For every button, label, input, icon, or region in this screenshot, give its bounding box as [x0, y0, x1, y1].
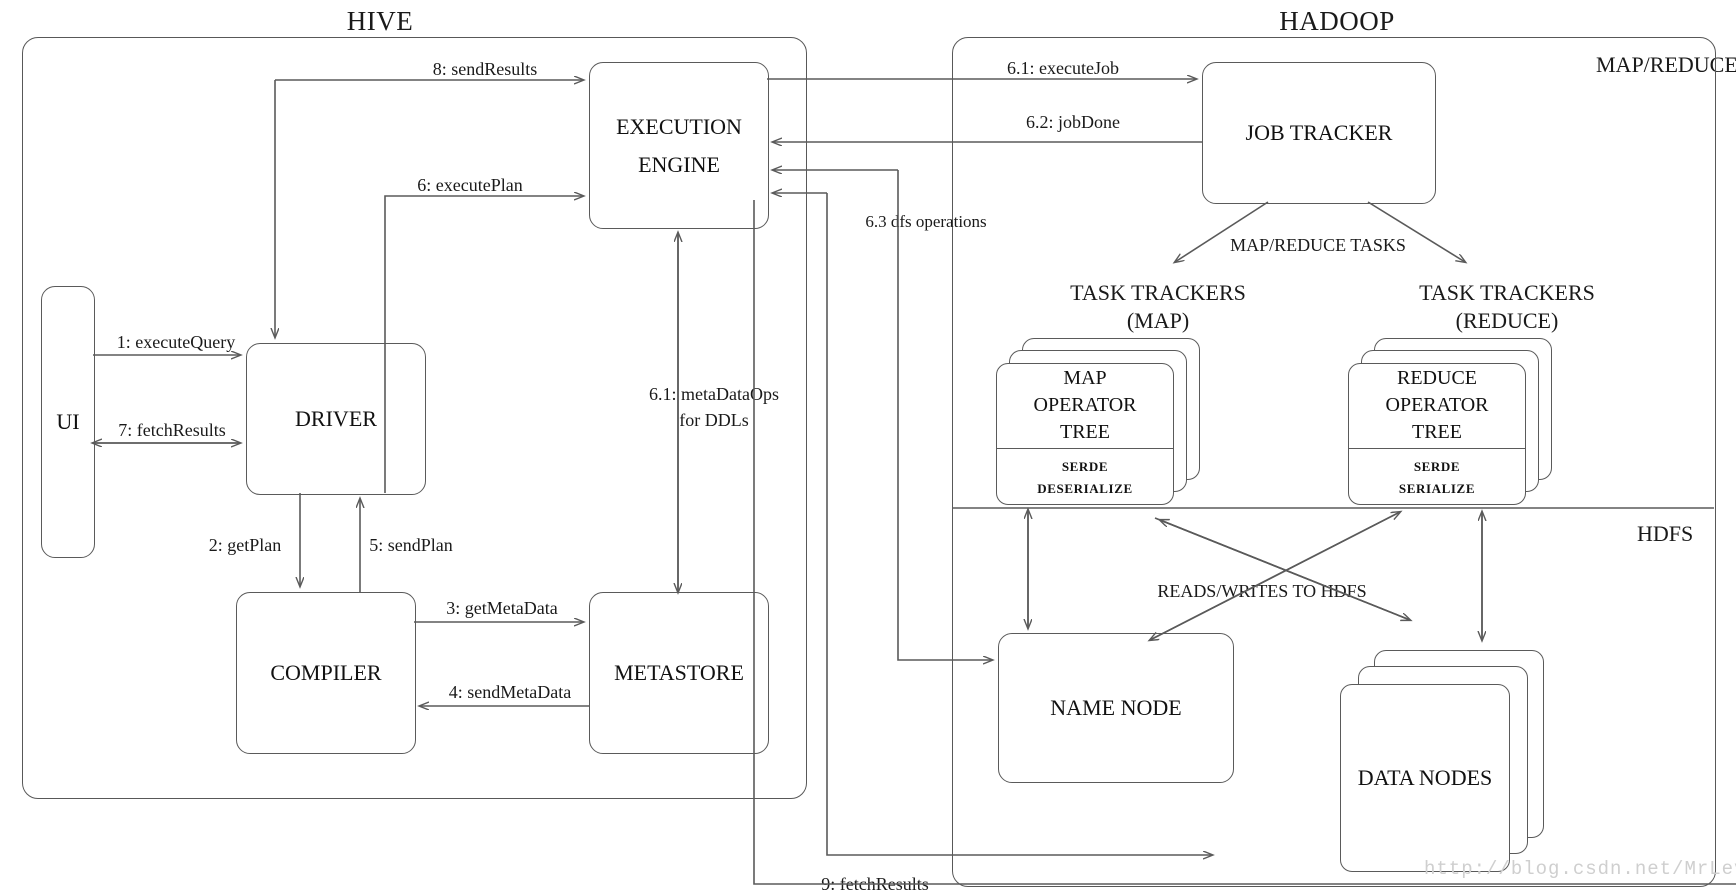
reduce-serde-label: SERDE — [1413, 459, 1461, 474]
map-operator-tree-label-2: OPERATOR — [1033, 394, 1137, 417]
map-operator-tree-label-3: TREE — [1060, 421, 1110, 444]
map-serde-label: SERDE — [1061, 459, 1109, 474]
flow-label-1-executequery: 1: executeQuery — [116, 332, 236, 352]
watermark: http://blog.csdn.net/MrLevo520 — [1424, 858, 1736, 880]
hive-section-title: HIVE — [346, 6, 414, 36]
flow-label-7-fetchresults: 7: fetchResults — [118, 420, 226, 440]
hive-architecture-diagram: HIVE HADOOP MAP/REDUCE HDFS UI DRIVER CO… — [0, 0, 1736, 894]
node-job-tracker[interactable]: JOB TRACKER — [1202, 62, 1436, 204]
reduce-serde-mode-label: SERIALIZE — [1398, 481, 1476, 496]
node-execution-engine-label-1: EXECUTION — [616, 113, 742, 139]
map-operator-tree-card[interactable]: MAP OPERATOR TREE SERDE DESERIALIZE — [996, 363, 1174, 505]
flow-label-5-sendplan: 5: sendPlan — [369, 535, 453, 555]
map-serde-mode-label: DESERIALIZE — [1037, 481, 1133, 496]
label-mapreduce-tasks: MAP/REDUCE TASKS — [1230, 235, 1406, 255]
reduce-operator-tree-card[interactable]: REDUCE OPERATOR TREE SERDE SERIALIZE — [1348, 363, 1526, 505]
flow-label-4-sendmetadata: 4: sendMetaData — [448, 682, 572, 702]
flow-label-63-dfs-operations: 6.3 dfs operations — [865, 212, 987, 231]
flow-label-62-jobdone: 6.2: jobDone — [1026, 112, 1120, 132]
node-compiler[interactable]: COMPILER — [236, 592, 416, 754]
reduce-operator-tree-head: REDUCE OPERATOR TREE — [1349, 364, 1525, 448]
node-metastore[interactable]: METASTORE — [589, 592, 769, 754]
node-driver-label: DRIVER — [295, 406, 377, 432]
hadoop-section-title: HADOOP — [1279, 6, 1395, 36]
node-name-node[interactable]: NAME NODE — [998, 633, 1234, 783]
reduce-operator-tree-label-1: REDUCE — [1397, 367, 1477, 390]
task-trackers-map-title-1: TASK TRACKERS — [1070, 280, 1246, 305]
node-execution-engine[interactable]: EXECUTION ENGINE — [589, 62, 769, 229]
node-data-nodes-label: DATA NODES — [1357, 765, 1493, 791]
map-serde-section: SERDE DESERIALIZE — [997, 449, 1173, 504]
flow-label-8-sendresults: 8: sendResults — [432, 59, 538, 79]
flow-label-2-getplan: 2: getPlan — [208, 535, 282, 555]
task-trackers-reduce-title-1: TASK TRACKERS — [1419, 280, 1595, 305]
node-job-tracker-label: JOB TRACKER — [1245, 120, 1393, 146]
task-trackers-reduce-title-2: (REDUCE) — [1455, 308, 1559, 333]
node-ui-label: UI — [56, 409, 80, 435]
node-ui[interactable]: UI — [41, 286, 95, 558]
node-compiler-label: COMPILER — [270, 660, 382, 686]
label-reads-writes-to-hdfs: READS/WRITES TO HDFS — [1157, 581, 1367, 601]
node-data-nodes[interactable]: DATA NODES — [1340, 684, 1510, 872]
node-name-node-label: NAME NODE — [1050, 695, 1182, 721]
flow-label-61-executejob: 6.1: executeJob — [1007, 58, 1119, 78]
map-operator-tree-label-1: MAP — [1063, 367, 1107, 390]
flow-label-9-fetchresults: 9: fetchResults — [821, 874, 929, 894]
flow-label-61-metadataops-2: for DDLs — [679, 410, 749, 430]
reduce-serde-section: SERDE SERIALIZE — [1349, 449, 1525, 504]
reduce-operator-tree-label-2: OPERATOR — [1385, 394, 1489, 417]
flow-label-3-getmetadata: 3: getMetaData — [446, 598, 558, 618]
flow-label-61-metadataops-1: 6.1: metaDataOps — [649, 384, 779, 404]
node-execution-engine-label-2: ENGINE — [638, 151, 720, 177]
map-operator-tree-head: MAP OPERATOR TREE — [997, 364, 1173, 448]
node-driver[interactable]: DRIVER — [246, 343, 426, 495]
flow-label-6-executeplan: 6: executePlan — [417, 175, 523, 195]
task-trackers-map-title-2: (MAP) — [1126, 308, 1190, 333]
reduce-operator-tree-label-3: TREE — [1412, 421, 1462, 444]
node-metastore-label: METASTORE — [614, 660, 744, 686]
